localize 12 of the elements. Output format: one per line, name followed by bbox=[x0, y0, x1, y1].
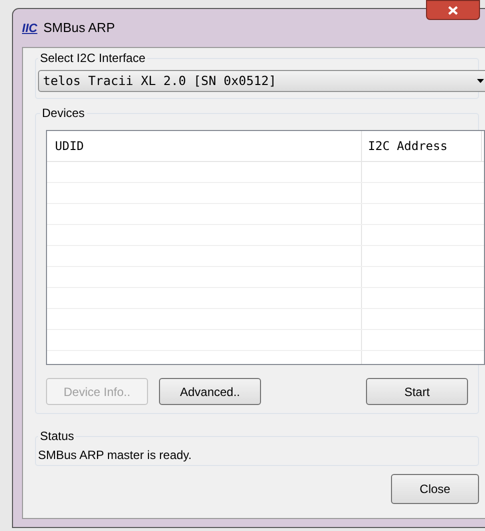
interface-dropdown[interactable]: telos Tracii XL 2.0 [SN 0x0512] bbox=[38, 70, 485, 92]
window-title: SMBus ARP bbox=[43, 19, 115, 38]
dialog-button[interactable]: Advanced.. bbox=[159, 378, 261, 405]
dropdown-arrow-icon bbox=[477, 79, 484, 83]
close-icon bbox=[448, 6, 458, 14]
column-header[interactable]: UDID bbox=[47, 131, 362, 161]
status-message: SMBus ARP master is ready. bbox=[38, 447, 193, 463]
close-button[interactable]: Close bbox=[391, 474, 479, 504]
app-logo: IIC bbox=[22, 22, 38, 34]
column-header[interactable]: I2C Address bbox=[362, 131, 482, 161]
close-window-button[interactable] bbox=[426, 0, 480, 20]
dialog-button[interactable]: Start bbox=[366, 378, 468, 405]
